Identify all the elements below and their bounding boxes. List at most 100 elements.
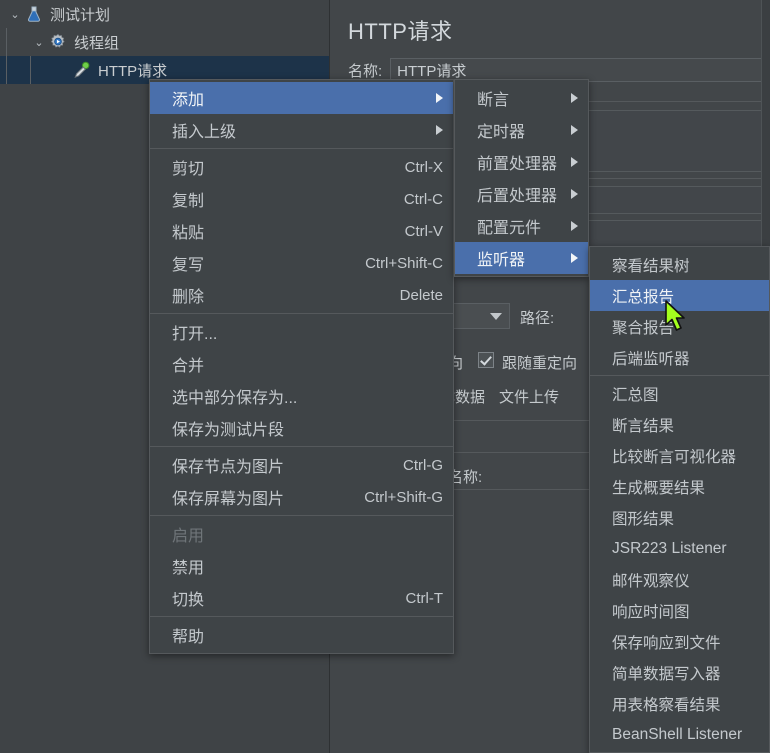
menu-item[interactable]: 保存屏幕为图片 Ctrl+Shift-G [150, 481, 453, 513]
menu-item-shortcut: Ctrl-X [404, 158, 443, 176]
menu-item[interactable]: 生成概要结果 [590, 471, 769, 502]
dropper-icon [72, 60, 92, 80]
menu-item[interactable]: 禁用 [150, 550, 453, 582]
menu-item: 启用 [150, 518, 453, 550]
menu-item[interactable]: 删除 Delete [150, 279, 453, 311]
chevron-down-icon[interactable]: ⌄ [6, 8, 24, 21]
menu-item[interactable]: 粘贴 Ctrl-V [150, 215, 453, 247]
follow-redirect-checkbox[interactable] [478, 352, 494, 368]
menu-item-label: 前置处理器 [477, 156, 558, 173]
menu-item[interactable]: 配置元件 [455, 210, 588, 242]
chevron-right-icon [571, 253, 578, 263]
add-submenu[interactable]: 断言定时器前置处理器后置处理器配置元件监听器 [454, 79, 589, 277]
menu-item[interactable]: 合并 [150, 348, 453, 380]
menu-item-label: 监听器 [477, 252, 526, 269]
tree-indent-guide [6, 56, 7, 84]
menu-item[interactable]: 保存节点为图片 Ctrl-G [150, 449, 453, 481]
tab-file-upload[interactable]: 文件上传 [499, 386, 559, 407]
menu-item-label: 聚合报告 [612, 319, 675, 337]
menu-item-label: 帮助 [172, 629, 205, 646]
menu-separator [150, 446, 453, 447]
menu-item-label: 粘贴 [172, 225, 205, 242]
menu-item-label: 邮件观察仪 [612, 572, 690, 590]
chevron-right-icon [571, 189, 579, 199]
menu-item-label: 启用 [172, 528, 205, 545]
menu-item[interactable]: 后端监听器 [590, 342, 769, 373]
tree-item-label: 线程组 [74, 34, 120, 52]
menu-item[interactable]: 复制 Ctrl-C [150, 183, 453, 215]
menu-separator [150, 616, 453, 617]
menu-item[interactable]: 添加 [150, 82, 453, 114]
menu-item[interactable]: 前置处理器 [455, 146, 588, 178]
tree-item-label: 测试计划 [50, 6, 111, 24]
menu-item-label: 删除 [172, 289, 205, 306]
tree-item-1[interactable]: ⌄ 线程组 [0, 28, 329, 56]
menu-item[interactable]: 邮件观察仪 [590, 564, 769, 595]
menu-item[interactable]: 监听器 [455, 242, 588, 274]
menu-item-label: 保存节点为图片 [172, 459, 285, 476]
menu-item[interactable]: 保存为测试片段 [150, 412, 453, 444]
page-title: HTTP请求 [348, 19, 453, 44]
menu-item[interactable]: 剪切 Ctrl-X [150, 151, 453, 183]
menu-item-label: 后端监听器 [612, 350, 690, 368]
menu-item-label: 断言 [477, 92, 510, 109]
menu-item[interactable]: 汇总图 [590, 378, 769, 409]
chevron-right-icon [571, 157, 579, 167]
menu-item-label: 图形结果 [612, 510, 675, 528]
parameters-tab-strip[interactable]: 体数据 文件上传 [440, 386, 559, 407]
menu-item-label: 保存为测试片段 [172, 422, 285, 439]
method-combo[interactable] [452, 303, 510, 329]
menu-item[interactable]: 打开... [150, 316, 453, 348]
name-label: 名称: [348, 62, 383, 80]
menu-item[interactable]: 定时器 [455, 114, 588, 146]
menu-item[interactable]: 插入上级 [150, 114, 453, 146]
menu-item[interactable]: 汇总报告 [590, 280, 769, 311]
menu-item-shortcut: Ctrl-T [405, 589, 444, 607]
menu-item[interactable]: 比较断言可视化器 [590, 440, 769, 471]
menu-item-shortcut: Delete [399, 286, 443, 304]
menu-item-label: 切换 [172, 592, 205, 609]
menu-item[interactable]: JSR223 Listener [590, 533, 769, 564]
menu-item-label: 添加 [172, 92, 205, 109]
menu-item-label: 配置元件 [477, 220, 542, 237]
chevron-right-icon [571, 93, 578, 103]
menu-item[interactable]: 响应时间图 [590, 595, 769, 626]
menu-item-label: 定时器 [477, 124, 526, 141]
menu-item-label: 复制 [172, 193, 205, 210]
menu-item-label: 剪切 [172, 161, 205, 178]
gear-icon [48, 32, 68, 52]
tree-item-0[interactable]: ⌄ 测试计划 [0, 0, 329, 28]
menu-item[interactable]: 后置处理器 [455, 178, 588, 210]
menu-item[interactable]: 切换 Ctrl-T [150, 582, 453, 614]
chevron-down-icon[interactable]: ⌄ [30, 36, 48, 49]
tree-item-label: HTTP请求 [98, 62, 168, 80]
chevron-down-icon [490, 312, 502, 320]
menu-item[interactable]: 察看结果树 [590, 249, 769, 280]
menu-item-label: 断言结果 [612, 417, 675, 435]
listener-submenu[interactable]: 察看结果树汇总报告聚合报告后端监听器汇总图断言结果比较断言可视化器 生成概要结果图… [589, 246, 770, 753]
tree-indent-guide [30, 56, 31, 84]
menu-item-label: 复写 [172, 257, 205, 274]
menu-item-label: 禁用 [172, 560, 205, 577]
menu-item[interactable]: 帮助 [150, 619, 453, 651]
tree-indent-guide [6, 28, 7, 56]
context-menu[interactable]: 添加插入上级剪切 Ctrl-X 复制 Ctrl-C 粘贴 Ctrl-V 复写 Ctrl+Shi… [149, 79, 454, 654]
menu-item[interactable]: 简单数据写入器 [590, 657, 769, 688]
menu-item[interactable]: 选中部分保存为... [150, 380, 453, 412]
menu-separator [150, 515, 453, 516]
menu-item-shortcut: Ctrl+Shift-C [365, 254, 443, 272]
menu-item[interactable]: 图形结果 [590, 502, 769, 533]
menu-item[interactable]: 用表格察看结果 [590, 688, 769, 719]
menu-item-label: 插入上级 [172, 124, 237, 141]
menu-item[interactable]: 保存响应到文件 [590, 626, 769, 657]
menu-item[interactable]: BeanShell Listener [590, 719, 769, 750]
menu-item[interactable]: 断言结果 [590, 409, 769, 440]
menu-item-label: 响应时间图 [612, 603, 690, 621]
menu-item-shortcut: Ctrl-G [403, 456, 443, 474]
menu-item[interactable]: 复写 Ctrl+Shift-C [150, 247, 453, 279]
menu-item[interactable]: 聚合报告 [590, 311, 769, 342]
app-root: ⌄测试计划⌄线程组HTTP请求 HTTP请求 名称: 路径: 向 跟随重定向 体… [0, 0, 770, 753]
menu-item-label: 察看结果树 [612, 257, 690, 275]
menu-separator [150, 148, 453, 149]
menu-item[interactable]: 断言 [455, 82, 588, 114]
